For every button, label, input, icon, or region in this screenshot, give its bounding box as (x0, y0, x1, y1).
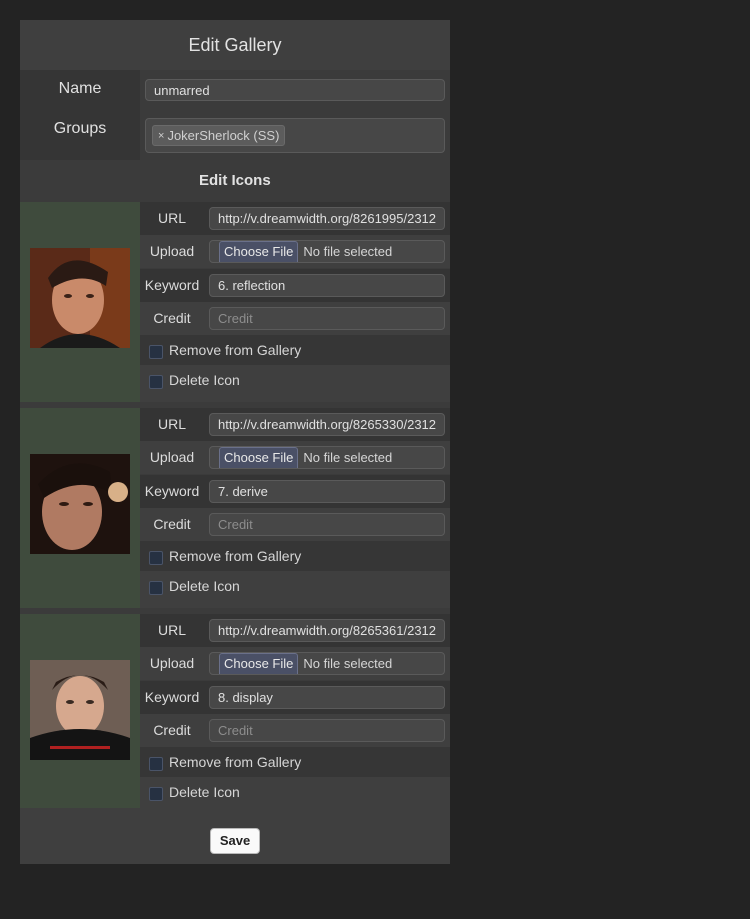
delete-label[interactable]: Delete Icon (169, 784, 240, 800)
url-value: http://v.dreamwidth.org/8261995/2312 (218, 211, 437, 226)
delete-checkbox[interactable] (149, 787, 163, 801)
group-tag: × JokerSherlock (SS) (152, 125, 286, 146)
gallery-details: Name Groups unmarred × JokerSherlock (SS… (20, 70, 450, 160)
credit-row: Credit Credit (140, 508, 450, 541)
remove-checkbox[interactable] (149, 551, 163, 565)
keyword-row: Keyword 7. derive (140, 475, 450, 508)
no-file-text: No file selected (303, 450, 393, 465)
remove-from-gallery-row: Remove from Gallery (140, 541, 450, 571)
credit-input[interactable]: Credit (209, 307, 445, 330)
upload-label: Upload (149, 243, 195, 259)
edit-gallery-panel: Edit Gallery Name Groups unmarred × Joke… (20, 20, 450, 864)
delete-icon-row: Delete Icon (140, 365, 450, 402)
url-input[interactable]: http://v.dreamwidth.org/8265330/2312 (209, 413, 445, 436)
details-fields: unmarred × JokerSherlock (SS) (140, 70, 450, 160)
credit-label: Credit (153, 722, 191, 738)
icon-image (30, 660, 130, 760)
credit-input[interactable]: Credit (209, 513, 445, 536)
delete-checkbox[interactable] (149, 581, 163, 595)
choose-file-button[interactable]: Choose File (219, 653, 299, 674)
keyword-label: Keyword (144, 689, 200, 705)
icon-editor: URL http://v.dreamwidth.org/8265361/2312… (20, 614, 450, 814)
upload-row: Upload Choose File No file selected (140, 235, 450, 268)
groups-label: Groups (53, 120, 107, 137)
url-value: http://v.dreamwidth.org/8265361/2312 (218, 623, 437, 638)
keyword-input[interactable]: 7. derive (209, 480, 445, 503)
group-tag-label: JokerSherlock (SS) (167, 128, 280, 143)
delete-icon-row: Delete Icon (140, 571, 450, 608)
icon-thumbnail-cell (20, 614, 140, 814)
icon-editor: URL http://v.dreamwidth.org/8265330/2312… (20, 408, 450, 608)
name-input-value: unmarred (154, 82, 210, 98)
choose-file-button[interactable]: Choose File (219, 241, 299, 262)
remove-checkbox[interactable] (149, 345, 163, 359)
icon-image (30, 454, 130, 554)
icon-fields: URL http://v.dreamwidth.org/8265330/2312… (140, 408, 450, 608)
remove-label[interactable]: Remove from Gallery (169, 548, 301, 564)
credit-label: Credit (153, 310, 191, 326)
remove-from-gallery-row: Remove from Gallery (140, 335, 450, 365)
url-label: URL (157, 622, 186, 638)
file-upload-input[interactable]: Choose File No file selected (209, 240, 445, 263)
icon-fields: URL http://v.dreamwidth.org/8265361/2312… (140, 614, 450, 814)
credit-row: Credit Credit (140, 302, 450, 335)
delete-label[interactable]: Delete Icon (169, 578, 240, 594)
file-upload-input[interactable]: Choose File No file selected (209, 446, 445, 469)
remove-checkbox[interactable] (149, 757, 163, 771)
name-label: Name (58, 80, 102, 97)
form-footer: Save (20, 808, 450, 864)
url-row: URL http://v.dreamwidth.org/8265361/2312 (140, 614, 450, 647)
credit-placeholder: Credit (218, 311, 253, 326)
url-row: URL http://v.dreamwidth.org/8265330/2312 (140, 408, 450, 441)
keyword-row: Keyword 8. display (140, 681, 450, 714)
name-input[interactable]: unmarred (145, 79, 445, 101)
delete-checkbox[interactable] (149, 375, 163, 389)
keyword-input[interactable]: 6. reflection (209, 274, 445, 297)
upload-row: Upload Choose File No file selected (140, 647, 450, 680)
page-title: Edit Gallery (20, 20, 450, 70)
keyword-value: 8. display (218, 690, 273, 705)
credit-placeholder: Credit (218, 517, 253, 532)
remove-label[interactable]: Remove from Gallery (169, 754, 301, 770)
groups-input[interactable]: × JokerSherlock (SS) (145, 118, 445, 153)
edit-icons-heading: Edit Icons (20, 160, 450, 202)
delete-label[interactable]: Delete Icon (169, 372, 240, 388)
credit-placeholder: Credit (218, 723, 253, 738)
remove-label[interactable]: Remove from Gallery (169, 342, 301, 358)
url-label: URL (157, 416, 186, 432)
keyword-value: 6. reflection (218, 278, 286, 293)
keyword-row: Keyword 6. reflection (140, 269, 450, 302)
credit-input[interactable]: Credit (209, 719, 445, 742)
icon-image (30, 248, 130, 348)
url-row: URL http://v.dreamwidth.org/8261995/2312 (140, 202, 450, 235)
credit-label: Credit (153, 516, 191, 532)
remove-from-gallery-row: Remove from Gallery (140, 747, 450, 777)
icon-editor: URL http://v.dreamwidth.org/8261995/2312… (20, 202, 450, 402)
no-file-text: No file selected (303, 656, 393, 671)
icon-thumbnail-cell (20, 202, 140, 402)
keyword-input[interactable]: 8. display (209, 686, 445, 709)
upload-row: Upload Choose File No file selected (140, 441, 450, 474)
keyword-label: Keyword (144, 483, 200, 499)
remove-tag-icon[interactable]: × (158, 130, 164, 142)
details-labels: Name Groups (20, 70, 140, 160)
choose-file-button[interactable]: Choose File (219, 447, 299, 468)
credit-row: Credit Credit (140, 714, 450, 747)
no-file-text: No file selected (303, 244, 393, 259)
upload-label: Upload (149, 655, 195, 671)
file-upload-input[interactable]: Choose File No file selected (209, 652, 445, 675)
icon-thumbnail-cell (20, 408, 140, 608)
upload-label: Upload (149, 449, 195, 465)
icon-fields: URL http://v.dreamwidth.org/8261995/2312… (140, 202, 450, 402)
url-value: http://v.dreamwidth.org/8265330/2312 (218, 417, 437, 432)
save-button[interactable]: Save (210, 828, 260, 854)
keyword-label: Keyword (144, 277, 200, 293)
url-input[interactable]: http://v.dreamwidth.org/8261995/2312 (209, 207, 445, 230)
url-label: URL (157, 210, 186, 226)
url-input[interactable]: http://v.dreamwidth.org/8265361/2312 (209, 619, 445, 642)
keyword-value: 7. derive (218, 484, 268, 499)
